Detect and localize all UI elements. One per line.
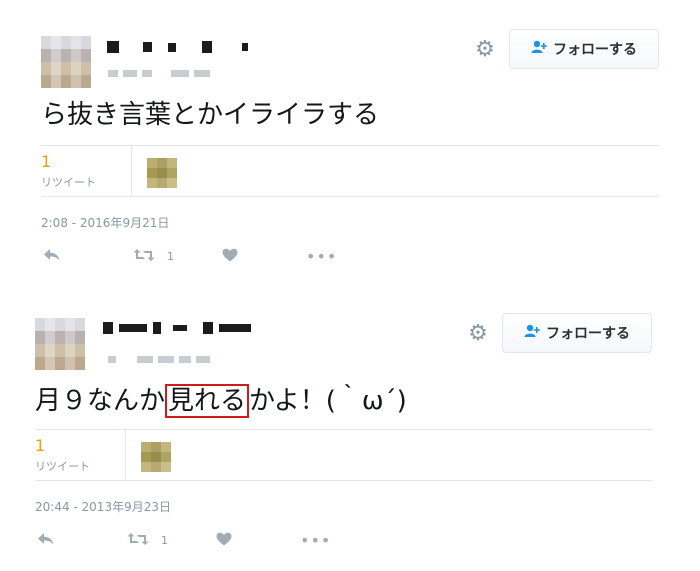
- tweet-text: 月９なんか 見れる かよ！(｀ω´): [35, 384, 407, 418]
- more-icon[interactable]: •••: [300, 531, 331, 551]
- reply-icon[interactable]: [37, 531, 55, 551]
- retweet-stat[interactable]: 1 リツイート: [35, 430, 126, 480]
- reply-icon[interactable]: [43, 247, 61, 267]
- tweet-stats: 1 リツイート: [41, 145, 659, 197]
- tweet-actions: 1 •••: [41, 247, 361, 267]
- tweet-text-after: かよ！(｀ω´): [249, 386, 407, 416]
- tweet-text-before: 月９なんか: [35, 386, 166, 416]
- follow-user-icon: [524, 324, 540, 342]
- follow-label: フォローする: [546, 326, 630, 342]
- tweet-text: ら抜き言葉とかイライラする: [41, 98, 379, 132]
- tweet-2: ⚙ フォローする 月９なんか 見れる かよ！(｀ω´) 1 リツイート 20:44 …: [0, 285, 700, 571]
- tweet-text-main: ら抜き言葉とかイライラする: [41, 100, 380, 130]
- gear-icon[interactable]: ⚙: [474, 39, 496, 61]
- follow-label: フォローする: [553, 42, 637, 58]
- more-icon[interactable]: •••: [306, 247, 337, 267]
- tweet-actions: 1 •••: [35, 531, 355, 551]
- follow-user-icon: [531, 40, 547, 58]
- retweeter-avatar[interactable]: [147, 158, 177, 188]
- highlighted-word: 見れる: [165, 384, 250, 418]
- display-name-blurred[interactable]: [103, 321, 251, 335]
- follow-button[interactable]: フォローする: [502, 313, 652, 353]
- action-retweet-count: 1: [161, 534, 168, 547]
- tweet-timestamp[interactable]: 2:08 - 2016年9月21日: [41, 214, 169, 231]
- screen-name-blurred[interactable]: [108, 70, 210, 78]
- avatar[interactable]: [41, 36, 91, 88]
- screen-name-blurred[interactable]: [108, 356, 210, 364]
- tweet-stats: 1 リツイート: [35, 429, 653, 481]
- retweet-icon[interactable]: [133, 247, 155, 267]
- retweet-icon[interactable]: [127, 531, 149, 551]
- retweet-count: 1: [35, 436, 46, 455]
- heart-icon[interactable]: [216, 531, 232, 551]
- display-name-blurred[interactable]: [107, 40, 248, 54]
- gear-icon[interactable]: ⚙: [467, 323, 489, 345]
- tweet-timestamp[interactable]: 20:44 - 2013年9月23日: [35, 498, 171, 515]
- tweet-1: ⚙ フォローする ら抜き言葉とかイライラする 1 リツイート 2:08 - 20…: [0, 0, 700, 285]
- heart-icon[interactable]: [222, 247, 238, 267]
- retweet-label: リツイート: [41, 176, 96, 189]
- retweet-count: 1: [41, 152, 52, 171]
- action-retweet-count: 1: [167, 250, 174, 263]
- retweeter-avatar[interactable]: [141, 442, 171, 472]
- retweet-label: リツイート: [35, 460, 90, 473]
- follow-button[interactable]: フォローする: [509, 29, 659, 69]
- retweet-stat[interactable]: 1 リツイート: [41, 146, 132, 196]
- avatar[interactable]: [35, 318, 85, 370]
